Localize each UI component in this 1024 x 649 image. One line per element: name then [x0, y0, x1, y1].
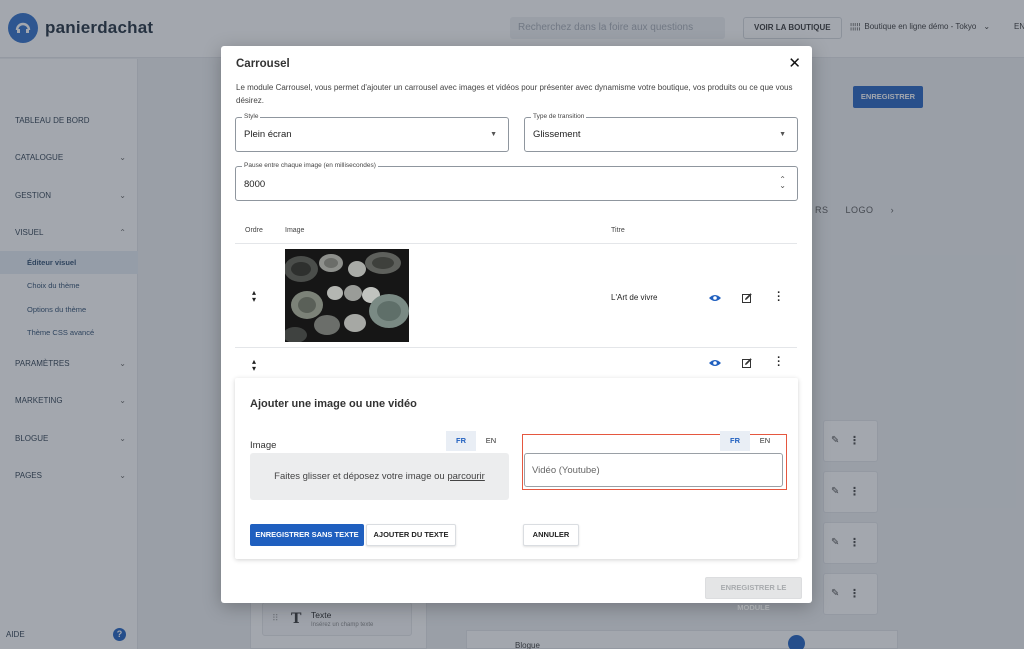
browse-link[interactable]: parcourir — [447, 471, 485, 482]
slide-title: L'Art de vivre — [611, 293, 658, 302]
carousel-modal: Carrousel ✕ Le module Carrousel, vous pe… — [221, 46, 812, 612]
field-label: Style — [242, 113, 261, 120]
field-value: 8000 — [244, 179, 266, 190]
sort-handle-icon[interactable]: ▴ ▾ — [252, 358, 256, 373]
dropzone-text: Faites glisser et déposez votre image ou — [274, 471, 445, 482]
visibility-icon[interactable] — [709, 294, 721, 302]
cancel-button[interactable]: ANNULER — [523, 524, 579, 546]
tab-fr[interactable]: FR — [720, 431, 750, 451]
slide-image — [285, 249, 409, 342]
field-label: Pause entre chaque image (en millisecond… — [242, 162, 378, 169]
column-order: Ordre — [245, 227, 263, 234]
transition-select[interactable]: Type de transition Glissement ▼ — [524, 113, 798, 152]
save-without-text-button[interactable]: ENREGISTRER SANS TEXTE — [250, 524, 364, 546]
tab-en[interactable]: EN — [476, 431, 506, 451]
slides-table-header: Ordre Image Titre — [235, 222, 797, 244]
field-label: Type de transition — [531, 113, 587, 120]
image-label: Image — [250, 440, 277, 451]
sort-handle-icon[interactable]: ▴ ▾ — [252, 289, 256, 304]
image-language-tabs: FR EN — [446, 431, 506, 451]
pause-input[interactable]: Pause entre chaque image (en millisecond… — [235, 162, 798, 201]
table-row: ▴ ▾ L'Art de vivre · · · — [235, 245, 797, 348]
youtube-video-input[interactable]: Vidéo (Youtube) — [524, 453, 783, 487]
modal-title: Carrousel — [236, 58, 290, 70]
caret-down-icon: ▼ — [779, 131, 786, 138]
column-image: Image — [285, 227, 305, 234]
visibility-icon[interactable] — [709, 359, 721, 367]
style-select[interactable]: Style Plein écran ▼ — [235, 113, 509, 152]
add-text-button[interactable]: AJOUTER DU TEXTE — [366, 524, 456, 546]
tab-fr[interactable]: FR — [446, 431, 476, 451]
table-row: ▴ ▾ · · · — [235, 349, 797, 377]
caret-down-icon: ▼ — [490, 131, 497, 138]
modal-description: Le module Carrousel, vous permet d'ajout… — [236, 83, 793, 105]
close-icon[interactable]: ✕ — [788, 54, 801, 72]
tab-en[interactable]: EN — [750, 431, 780, 451]
image-dropzone[interactable]: Faites glisser et déposez votre image ou… — [250, 453, 509, 500]
panel-title: Ajouter une image ou une vidéo — [250, 398, 417, 410]
more-icon[interactable]: · · · — [777, 353, 781, 372]
field-value: Glissement — [533, 129, 581, 140]
save-module-button[interactable]: ENREGISTRER LE MODULE — [705, 577, 802, 612]
edit-icon[interactable] — [742, 293, 752, 303]
column-title: Titre — [611, 227, 625, 234]
number-spinner-icon[interactable]: ⌃ ⌄ — [779, 176, 786, 190]
add-media-panel: Ajouter une image ou une vidéo Image FR … — [235, 378, 798, 559]
video-language-tabs: FR EN — [720, 431, 780, 451]
field-value: Plein écran — [244, 129, 292, 140]
more-icon[interactable]: · · · — [777, 288, 781, 307]
edit-icon[interactable] — [742, 358, 752, 368]
